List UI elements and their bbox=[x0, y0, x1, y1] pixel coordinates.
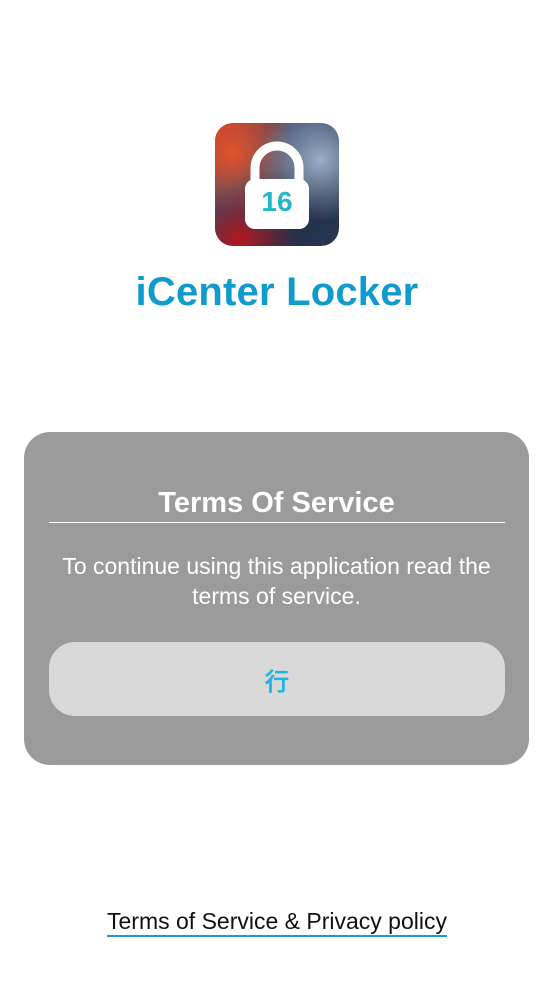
padlock-badge-number: 16 bbox=[261, 186, 293, 217]
footer: Terms of Service & Privacy policy bbox=[0, 908, 554, 937]
dialog-divider bbox=[49, 522, 505, 523]
continue-button[interactable]: 行 bbox=[49, 642, 505, 716]
terms-dialog: Terms Of Service To continue using this … bbox=[24, 432, 529, 765]
app-screen: 16 iCenter Locker Terms Of Service To co… bbox=[0, 0, 554, 984]
dialog-message: To continue using this application read … bbox=[62, 553, 491, 609]
dialog-heading: Terms Of Service bbox=[158, 487, 395, 519]
terms-privacy-link[interactable]: Terms of Service & Privacy policy bbox=[107, 908, 447, 937]
continue-button-label: 行 bbox=[265, 668, 289, 696]
padlock-icon: 16 bbox=[215, 123, 339, 246]
app-title: iCenter Locker bbox=[135, 270, 419, 314]
